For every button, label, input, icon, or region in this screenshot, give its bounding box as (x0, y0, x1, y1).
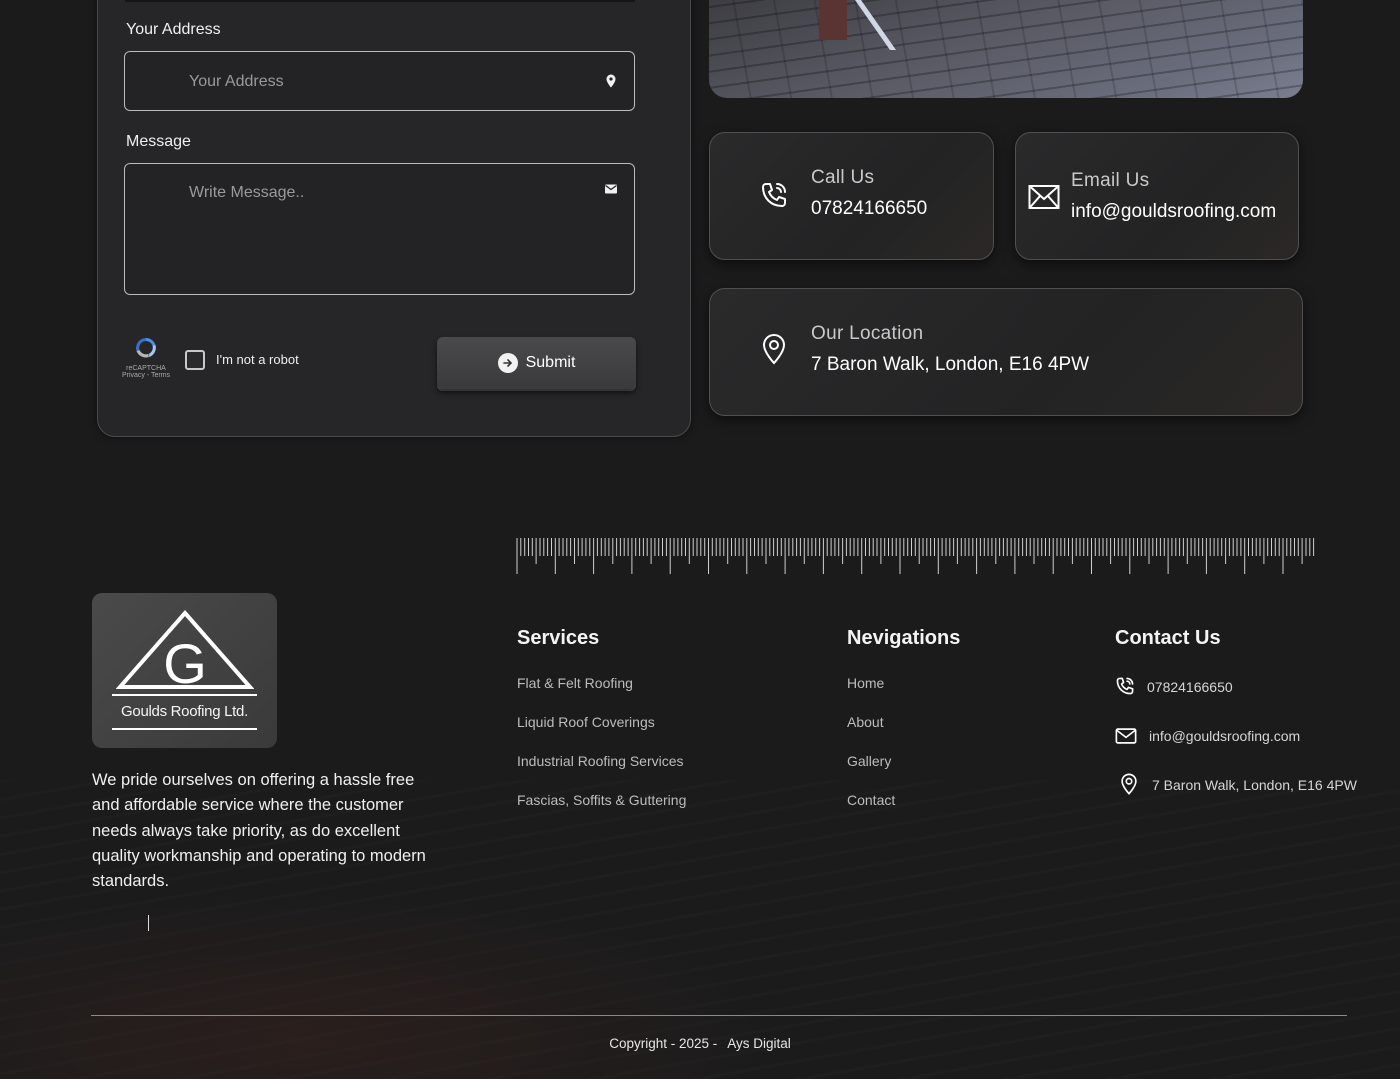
services-link-industrial[interactable]: Industrial Roofing Services (517, 753, 684, 769)
address-label: Your Address (126, 21, 221, 38)
services-link-fascias[interactable]: Fascias, Soffits & Guttering (517, 792, 686, 808)
envelope-icon (605, 184, 617, 194)
location-pin-icon (1121, 773, 1137, 795)
phone-icon (762, 183, 786, 207)
email-us-title: Email Us (1071, 170, 1150, 191)
services-heading: Services (517, 627, 600, 649)
copyright-bar: Copyright - 2025 - Ays Digital (0, 1036, 1400, 1051)
map-pin-icon (606, 74, 616, 88)
services-link-flat-felt[interactable]: Flat & Felt Roofing (517, 675, 633, 691)
our-location-address: 7 Baron Walk, London, E16 4PW (811, 354, 1090, 375)
nav-link-contact[interactable]: Contact (847, 792, 895, 808)
logo-rule-bottom (112, 728, 257, 730)
nav-link-about[interactable]: About (847, 714, 884, 730)
recaptcha-links[interactable]: Privacy - Terms (118, 372, 174, 379)
services-link-liquid-roof[interactable]: Liquid Roof Coverings (517, 714, 655, 730)
captcha-checkbox[interactable] (185, 350, 205, 370)
footer-address: 7 Baron Walk, London, E16 4PW (1152, 777, 1357, 793)
our-location-card: Our Location 7 Baron Walk, London, E16 4… (709, 288, 1303, 416)
our-location-title: Our Location (811, 323, 924, 344)
logo-text: Goulds Roofing Ltd. (121, 703, 248, 720)
call-us-phone[interactable]: 07824166650 (811, 198, 927, 220)
footer-phone[interactable]: 07824166650 (1147, 679, 1233, 695)
submit-button[interactable]: Submit (437, 337, 636, 389)
footer-email[interactable]: info@gouldsroofing.com (1149, 728, 1300, 744)
company-logo[interactable]: G Goulds Roofing Ltd. (92, 593, 277, 748)
envelope-outline-icon (1028, 185, 1060, 209)
message-textarea[interactable] (189, 184, 589, 284)
envelope-outline-icon (1115, 728, 1137, 744)
text-cursor (148, 915, 149, 931)
recaptcha-logo-icon (136, 338, 156, 358)
submit-label: Submit (525, 354, 576, 371)
triangle-logo-mark: G (116, 609, 254, 691)
roof-photo (709, 0, 1303, 98)
footer-divider (91, 1015, 1347, 1016)
email-us-address[interactable]: info@gouldsroofing.com (1071, 201, 1276, 223)
message-field-box (124, 163, 635, 295)
call-us-title: Call Us (811, 167, 875, 188)
message-label: Message (126, 133, 191, 150)
call-us-card: Call Us 07824166650 (709, 132, 994, 260)
recaptcha-brand: reCAPTCHA (126, 365, 166, 372)
nav-link-home[interactable]: Home (847, 675, 884, 691)
address-field-box (124, 51, 635, 111)
contact-heading: Contact Us (1115, 627, 1221, 649)
logo-rule-top (112, 694, 257, 696)
about-text: We pride ourselves on offering a hassle … (92, 771, 426, 891)
captcha-label: I'm not a robot (216, 352, 299, 367)
arrow-right-icon (497, 353, 518, 373)
previous-field-bottom-edge (125, 0, 635, 2)
logo-letter: G (163, 632, 207, 691)
phone-icon (1116, 677, 1134, 695)
ruler-decoration (516, 538, 1315, 574)
copyright-text: Copyright - 2025 - (609, 1036, 718, 1051)
location-pin-icon (762, 333, 786, 365)
recaptcha-badge: reCAPTCHA Privacy - Terms (118, 336, 174, 379)
email-us-card: Email Us info@gouldsroofing.com (1015, 132, 1299, 260)
navigations-heading: Nevigations (847, 627, 961, 649)
credit-link[interactable]: Ays Digital (727, 1036, 791, 1051)
nav-link-gallery[interactable]: Gallery (847, 753, 891, 769)
address-input[interactable] (189, 71, 589, 93)
